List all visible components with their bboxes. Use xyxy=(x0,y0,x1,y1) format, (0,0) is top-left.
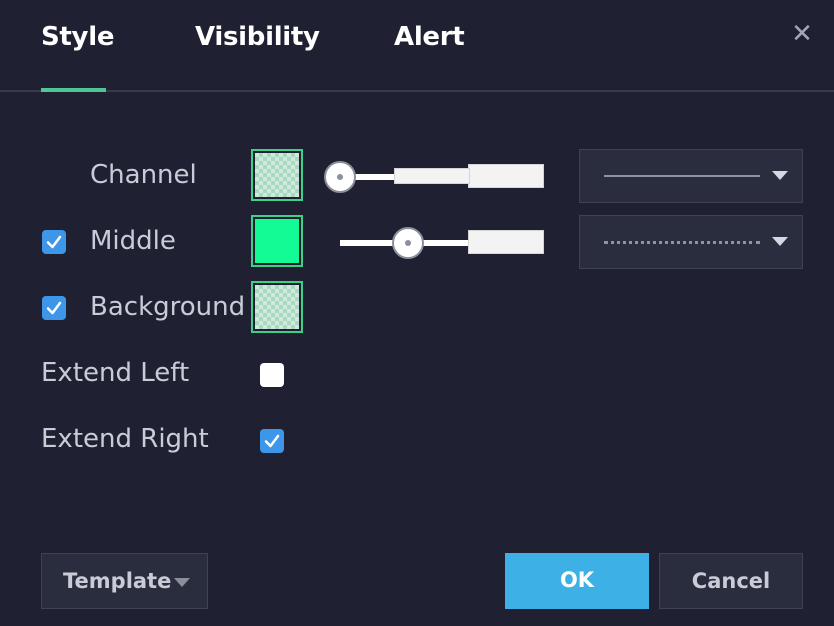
middle-label: Middle xyxy=(90,226,176,256)
solid-line-preview xyxy=(604,175,760,177)
middle-opacity-slider[interactable] xyxy=(340,225,544,259)
extend-left-label: Extend Left xyxy=(41,358,190,388)
channel-line-style-select[interactable] xyxy=(579,149,803,203)
color-fill xyxy=(255,219,299,263)
tab-visibility[interactable]: Visibility xyxy=(195,22,320,52)
chevron-down-icon xyxy=(174,578,190,587)
channel-color-swatch[interactable] xyxy=(251,149,303,201)
background-checkbox[interactable] xyxy=(42,296,66,320)
cancel-button[interactable]: Cancel xyxy=(659,553,803,609)
transparent-pattern xyxy=(255,285,299,329)
check-icon xyxy=(264,434,280,448)
background-label: Background xyxy=(90,292,246,322)
template-button-label: Template xyxy=(63,569,172,593)
extend-right-label: Extend Right xyxy=(41,424,209,454)
chevron-down-icon xyxy=(772,237,788,246)
close-icon[interactable]: ✕ xyxy=(788,20,816,48)
extend-left-checkbox[interactable] xyxy=(260,363,284,387)
tab-bar: Style Visibility Alert xyxy=(0,0,834,92)
background-color-swatch[interactable] xyxy=(251,281,303,333)
check-icon xyxy=(46,301,62,315)
slider-mid-block xyxy=(394,168,470,184)
slider-end-block xyxy=(468,230,544,254)
chevron-down-icon xyxy=(772,171,788,180)
tab-alert[interactable]: Alert xyxy=(394,22,465,52)
check-icon xyxy=(46,235,62,249)
channel-label: Channel xyxy=(90,160,197,190)
slider-handle[interactable] xyxy=(392,227,424,259)
template-button[interactable]: Template xyxy=(41,553,208,609)
slider-handle[interactable] xyxy=(324,161,356,193)
tab-style[interactable]: Style xyxy=(41,22,114,52)
ok-button[interactable]: OK xyxy=(505,553,649,609)
middle-checkbox[interactable] xyxy=(42,230,66,254)
middle-color-swatch[interactable] xyxy=(251,215,303,267)
extend-right-checkbox[interactable] xyxy=(260,429,284,453)
channel-opacity-slider[interactable] xyxy=(322,159,544,193)
transparent-pattern xyxy=(255,153,299,197)
dotted-line-preview xyxy=(604,241,760,244)
slider-end-block xyxy=(468,164,544,188)
active-tab-indicator xyxy=(41,88,106,92)
middle-line-style-select[interactable] xyxy=(579,215,803,269)
